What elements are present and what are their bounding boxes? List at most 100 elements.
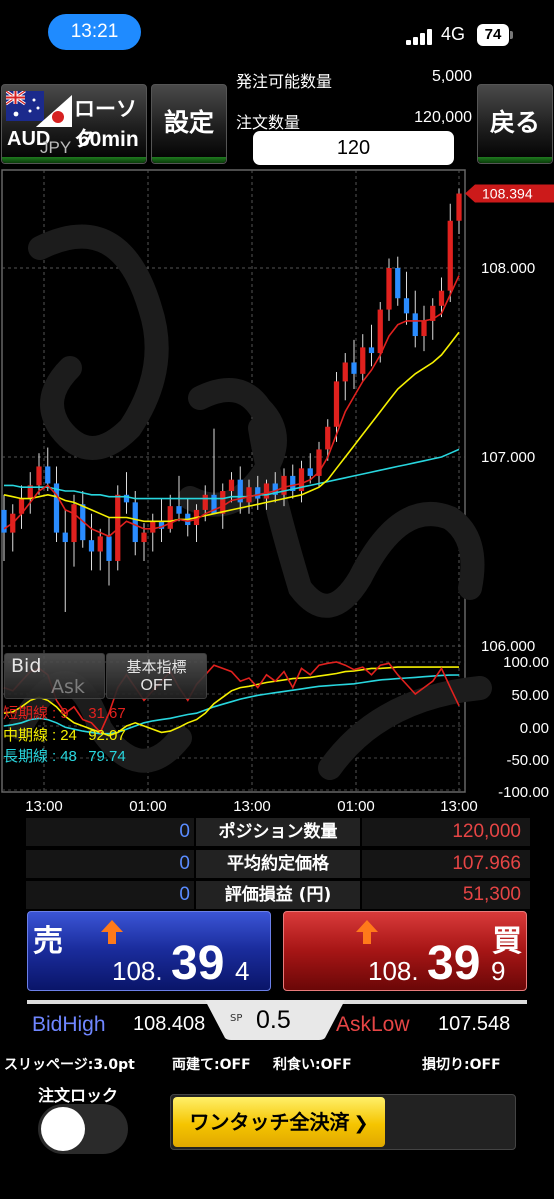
order-lock-toggle[interactable] [38, 1104, 128, 1154]
candle-body [45, 466, 51, 484]
back-label: 戻る [489, 108, 540, 137]
legend-mid-value: 92.07 [88, 727, 126, 744]
legend-short-value: 31.67 [88, 705, 126, 722]
candle-body [106, 536, 112, 561]
status-bar: 13:21 4G 74 [0, 0, 554, 66]
candle-body [228, 479, 235, 492]
avg-price-label: 平均約定価格 [196, 850, 360, 878]
button-edge [478, 157, 552, 163]
candle-body [53, 483, 60, 533]
stop-loss-setting[interactable]: 損切り:OFF [422, 1054, 501, 1074]
y-tick-label: 106.000 [481, 638, 535, 655]
pnl-value: 51,300 [362, 881, 530, 909]
avg-price-value: 107.966 [362, 850, 530, 878]
x-tick-label: 13:00 [440, 798, 478, 815]
legend-short-period: 9 [60, 705, 69, 722]
avg-price-row: 0 平均約定価格 107.966 [26, 850, 530, 878]
close-all-button[interactable]: ワンタッチ全決済 ❯ [173, 1097, 385, 1147]
candle-body [351, 362, 357, 374]
candle-body [150, 521, 156, 533]
candle-body [246, 487, 252, 503]
candle-body [132, 502, 138, 543]
legend-short-name: 短期線 [3, 705, 49, 722]
candle-body [447, 220, 453, 291]
candle-body [360, 347, 366, 374]
available-qty-label: 発注可能数量 [236, 72, 333, 91]
bid-ask-toggle[interactable]: Bid Ask [4, 653, 105, 699]
candle-body [36, 466, 42, 486]
battery-icon: 74 [477, 24, 509, 46]
candle-body [377, 309, 383, 354]
sell-label: 売 [33, 924, 63, 959]
order-qty-label: 注文数量 [236, 113, 301, 132]
pnl-count: 0 [26, 881, 194, 909]
status-time: 13:21 [48, 14, 141, 50]
chart-type-button[interactable]: ローソク AUD JPY 60min [1, 84, 147, 164]
ask-low-label: AskLow [336, 1013, 410, 1036]
legend-mid-period: 24 [60, 727, 77, 744]
sell-price-main: 108. [112, 956, 163, 986]
legend-mid: 中期線:24 92.07 [3, 724, 126, 745]
buy-label: 買 [492, 924, 522, 959]
aud-jpy-flag-icon [6, 91, 72, 127]
candle-body [403, 298, 410, 314]
candle-body [421, 320, 427, 337]
settings-label: 設定 [163, 108, 214, 137]
osc-y-tick-label: 0.00 [520, 720, 549, 737]
x-tick-label: 01:00 [129, 798, 167, 815]
position-label: ポジション数量 [196, 818, 360, 846]
x-tick-label: 01:00 [337, 798, 375, 815]
y-tick-label: 108.000 [481, 260, 535, 277]
candle-body [202, 494, 208, 510]
candle-body [386, 268, 392, 310]
candle-body [325, 426, 331, 450]
candle-body [307, 468, 313, 476]
buy-button[interactable]: 買 108. 39 9 [283, 911, 527, 991]
back-button[interactable]: 戻る [477, 84, 553, 164]
candle-body [141, 532, 147, 543]
y-tick-label: 107.000 [481, 449, 535, 466]
buy-price-main: 108. [368, 956, 419, 986]
spread-value: 0.5 [256, 1006, 291, 1034]
candle-body [167, 506, 173, 529]
hedge-setting[interactable]: 両建て:OFF [172, 1054, 251, 1074]
legend-mid-name: 中期線 [3, 727, 49, 744]
available-qty-value: 5,000 [431, 68, 472, 85]
sell-button[interactable]: 売 108. 39 4 [27, 911, 271, 991]
indicator-label: 基本指標 [126, 658, 187, 676]
sell-price-big: 39 [171, 937, 225, 990]
chevron-right-icon: ❯ [353, 1113, 369, 1134]
osc-y-tick-label: 100.00 [503, 654, 549, 671]
candle-body [438, 290, 445, 306]
ask-label: Ask [51, 676, 85, 698]
close-all-label: ワンタッチ全決済 [189, 1110, 350, 1134]
toggle-knob [41, 1107, 85, 1151]
legend-long: 長期線:48 79.74 [3, 745, 126, 766]
take-profit-setting[interactable]: 利食い:OFF [273, 1054, 352, 1074]
legend-long-value: 79.74 [88, 748, 126, 765]
settings-button[interactable]: 設定 [151, 84, 227, 164]
bid-high-value: 108.408 [133, 1013, 206, 1035]
indicator-toggle[interactable]: 基本指標 OFF [106, 653, 207, 699]
candle-body [395, 268, 401, 299]
bid-label: Bid [11, 655, 42, 677]
candle-body [368, 347, 375, 354]
arrow-up-icon [356, 920, 378, 944]
network-type: 4G [441, 24, 466, 44]
candle-body [412, 313, 418, 337]
signal-icon [406, 29, 434, 45]
candle-body [333, 381, 340, 427]
candle-body [255, 487, 261, 499]
close-all-slider[interactable]: ワンタッチ全決済 ❯ [170, 1094, 516, 1150]
legend-short: 短期線:9 31.67 [3, 702, 126, 723]
x-tick-label: 13:00 [25, 798, 63, 815]
slippage-setting[interactable]: スリッページ:3.0pt [4, 1054, 135, 1074]
order-qty-value: 120,000 [414, 109, 472, 126]
sell-price-last: 4 [235, 956, 250, 986]
order-qty-input[interactable] [253, 131, 454, 165]
legend-long-period: 48 [60, 748, 77, 765]
battery-tip [510, 31, 513, 39]
osc-y-tick-label: -100.00 [498, 784, 549, 801]
legend-long-name: 長期線 [3, 748, 49, 765]
candle-body [342, 362, 348, 382]
